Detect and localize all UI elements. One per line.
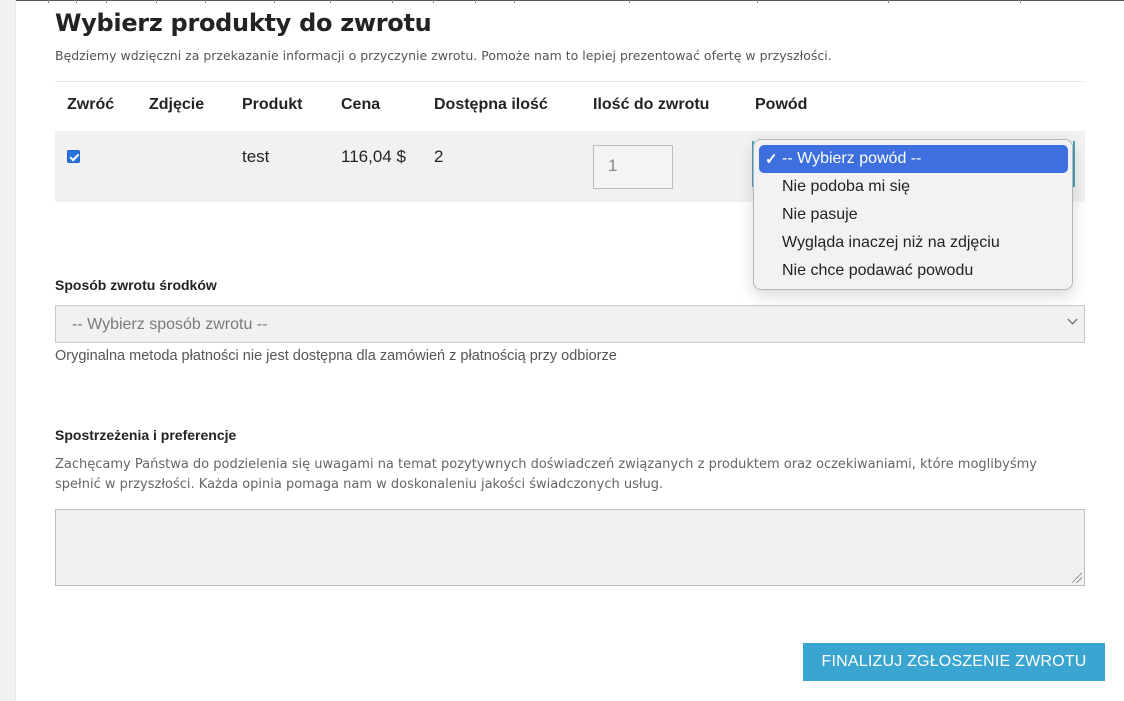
chevron-down-icon [1067,314,1078,325]
reason-option-doesnt-fit[interactable]: Nie pasuje [759,201,1068,229]
reason-option-label: -- Wybierz powód -- [782,150,922,167]
feedback-label: Spostrzeżenia i preferencje [55,427,237,443]
feedback-textarea[interactable] [55,509,1085,586]
reason-option-dislike[interactable]: Nie podoba mi się [759,173,1068,201]
product-price: 116,04 $ [341,147,406,166]
header-return-qty: Ilość do zwrotu [593,96,710,113]
checkmark-icon: ✓ [765,151,778,168]
refund-method-value: -- Wybierz sposób zwrotu -- [72,316,268,333]
header-product: Produkt [242,96,303,113]
header-photo: Zdjęcie [149,96,205,113]
reason-option-looks-different[interactable]: Wygląda inaczej niż na zdjęciu [759,229,1068,257]
header-price: Cena [341,96,381,113]
left-gutter [0,0,16,701]
reason-option-no-reason[interactable]: Nie chce podawać powodu [759,257,1068,285]
header-return: Zwróć [67,96,115,113]
resize-handle-icon[interactable] [1072,573,1082,583]
header-available-qty: Dostępna ilość [434,96,548,113]
finalize-return-button[interactable]: FINALIZUJ ZGŁOSZENIE ZWROTU [803,643,1105,681]
refund-method-label: Sposób zwrotu środków [55,277,217,293]
reason-dropdown-menu: ✓ -- Wybierz powód -- Nie podoba mi się … [753,139,1073,290]
page-title: Wybierz produkty do zwrotu [55,9,432,37]
header-reason: Powód [755,96,808,113]
product-name: test [242,147,270,166]
return-checkbox[interactable] [67,150,80,163]
return-form: Wybierz produkty do zwrotu Będziemy wdzi… [55,0,1085,701]
table-header: Zwróć Zdjęcie Produkt Cena Dostępna iloś… [55,96,1085,120]
page-subtitle: Będziemy wdzięczni za przekazanie inform… [55,48,832,63]
return-quantity-input[interactable]: 1 [593,145,673,189]
refund-method-help: Oryginalna metoda płatności nie jest dos… [55,348,617,364]
reason-option-default[interactable]: ✓ -- Wybierz powód -- [759,145,1068,173]
feedback-description: Zachęcamy Państwa do podzielenia się uwa… [55,457,1037,492]
available-quantity: 2 [434,147,444,166]
refund-method-select[interactable]: -- Wybierz sposób zwrotu -- [55,305,1085,343]
divider [55,81,1085,82]
